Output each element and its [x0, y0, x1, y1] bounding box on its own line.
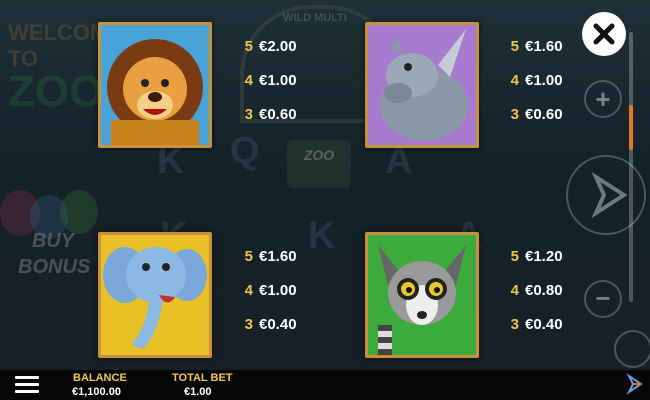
pay-row: 3 €0.40 — [505, 308, 615, 342]
pay-value: €1.60 — [525, 38, 563, 55]
pay-value: €1.60 — [259, 248, 297, 265]
scrollbar-thumb[interactable] — [629, 105, 633, 150]
pay-count: 4 — [510, 282, 519, 299]
bottom-bar: BALANCE €1,100.00 TOTAL BET €1.00 — [0, 370, 650, 400]
symbol-card-rhino — [365, 22, 479, 148]
pay-row: 3 €0.40 — [239, 308, 349, 342]
pay-value: €0.80 — [525, 282, 563, 299]
pay-row: 5 €1.60 — [239, 240, 349, 274]
balance-label: BALANCE — [73, 372, 127, 384]
menu-icon[interactable] — [15, 376, 39, 394]
pay-row: 4 €1.00 — [239, 274, 349, 308]
pay-value: €1.00 — [259, 72, 297, 89]
symbol-card-lemur — [365, 232, 479, 358]
rhino-pays: 5 €1.60 4 €1.00 3 €0.60 — [505, 30, 615, 132]
lion-icon — [101, 25, 209, 145]
pay-count: 5 — [510, 248, 519, 265]
pay-count: 5 — [510, 38, 519, 55]
pay-row: 4 €1.00 — [239, 64, 349, 98]
balance-value: €1,100.00 — [72, 386, 121, 398]
pay-row: 5 €2.00 — [239, 30, 349, 64]
pay-value: €2.00 — [259, 38, 297, 55]
elephant-pays: 5 €1.60 4 €1.00 3 €0.40 — [239, 240, 349, 342]
pay-row: 3 €0.60 — [239, 98, 349, 132]
pay-count: 5 — [244, 248, 253, 265]
pay-row: 5 €1.20 — [505, 240, 615, 274]
provider-logo-icon — [626, 373, 643, 395]
pay-count: 4 — [244, 282, 253, 299]
paytable-scrollbar[interactable] — [629, 32, 633, 302]
pay-count: 4 — [244, 72, 253, 89]
symbol-card-lion — [98, 22, 212, 148]
pay-count: 3 — [244, 106, 253, 123]
pay-value: €0.60 — [525, 106, 563, 123]
pay-row: 5 €1.60 — [505, 30, 615, 64]
pay-count: 4 — [510, 72, 519, 89]
total-bet-value: €1.00 — [184, 386, 212, 398]
pay-value: €0.60 — [259, 106, 297, 123]
lemur-pays: 5 €1.20 4 €0.80 3 €0.40 — [505, 240, 615, 342]
lemur-icon — [368, 235, 476, 355]
pay-count: 5 — [244, 38, 253, 55]
total-bet-label: TOTAL BET — [172, 372, 233, 384]
pay-row: 4 €0.80 — [505, 274, 615, 308]
pay-value: €1.00 — [259, 282, 297, 299]
pay-count: 3 — [510, 106, 519, 123]
elephant-icon — [101, 235, 209, 355]
pay-value: €0.40 — [259, 316, 297, 333]
pay-value: €1.20 — [525, 248, 563, 265]
pay-count: 3 — [244, 316, 253, 333]
rhino-icon — [368, 25, 476, 145]
symbol-card-elephant — [98, 232, 212, 358]
pay-count: 3 — [510, 316, 519, 333]
pay-row: 4 €1.00 — [505, 64, 615, 98]
pay-value: €0.40 — [525, 316, 563, 333]
pay-row: 3 €0.60 — [505, 98, 615, 132]
lion-pays: 5 €2.00 4 €1.00 3 €0.60 — [239, 30, 349, 132]
pay-value: €1.00 — [525, 72, 563, 89]
spin-button — [566, 155, 646, 235]
autoplay-button — [614, 330, 650, 368]
